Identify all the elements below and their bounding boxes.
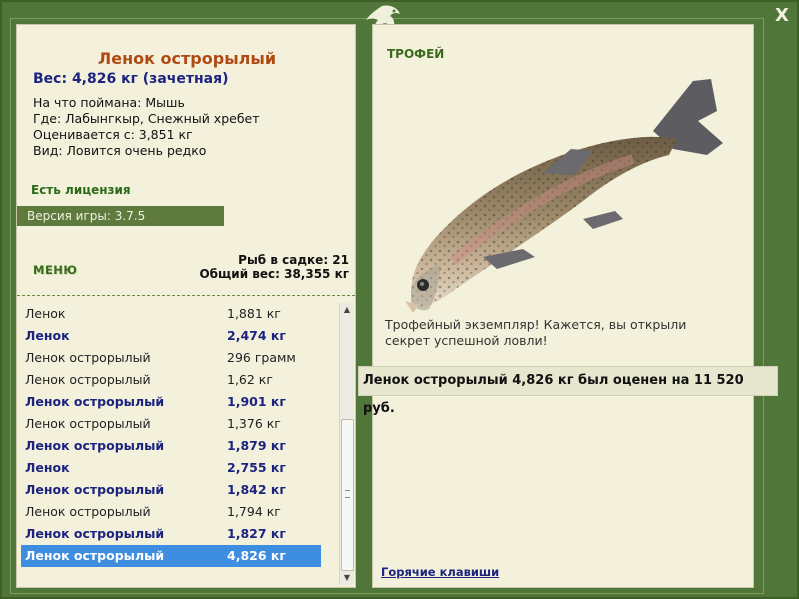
divider (17, 295, 355, 296)
valuation-tooltip: Ленок острорылый 4,826 кг был оценен на … (358, 366, 778, 416)
catch-fish-name: Ленок острорылый (25, 438, 165, 453)
catch-fish-name: Ленок острорылый (25, 504, 151, 519)
trophy-description: Трофейный экземпляр! Кажется, вы открыли… (385, 317, 687, 348)
fish-details: На что поймана: Мышь Где: Лабынгкыр, Сне… (33, 95, 260, 159)
catch-fish-weight: 2,474 кг (227, 328, 286, 343)
license-status: Есть лицензия (31, 183, 131, 197)
catch-fish-weight: 296 грамм (227, 350, 296, 365)
catch-list-row[interactable]: Ленок острорылый 1,901 кг (21, 391, 321, 413)
trophy-panel: ТРОФЕЙ Трофейный экземпляр! Кажется, вы … (372, 24, 754, 588)
total-weight: Общий вес: 38,355 кг (199, 267, 349, 281)
catch-list-row[interactable]: Ленок острорылый 1,879 кг (21, 435, 321, 457)
catch-fish-name: Ленок острорылый (25, 394, 165, 409)
catch-list-row[interactable]: Ленок острорылый 296 грамм (21, 347, 321, 369)
catch-fish-name: Ленок (25, 306, 66, 321)
catch-fish-weight: 1,62 кг (227, 372, 273, 387)
catch-list-row[interactable]: Ленок острорылый 1,794 кг (21, 501, 321, 523)
catch-list-row[interactable]: Ленок острорылый 1,842 кг (21, 479, 321, 501)
catch-fish-weight: 2,755 кг (227, 460, 286, 475)
catch-fish-weight: 1,842 кг (227, 482, 286, 497)
keepnet-count: Рыб в садке: 21 (238, 253, 349, 267)
keepnet-summary: Рыб в садке: 21 Общий вес: 38,355 кг (199, 253, 349, 281)
catch-list-row[interactable]: Ленок 2,474 кг (21, 325, 321, 347)
catch-list-row[interactable]: Ленок острорылый 1,376 кг (21, 413, 321, 435)
catch-fish-weight: 1,901 кг (227, 394, 286, 409)
location-info: Где: Лабынгкыр, Снежный хребет (33, 111, 260, 126)
catch-list-row[interactable]: Ленок острорылый 4,826 кг (21, 545, 321, 567)
bait-info: На что поймана: Мышь (33, 95, 185, 110)
fish-trophy-image (405, 79, 723, 313)
catch-fish-weight: 1,879 кг (227, 438, 286, 453)
catch-fish-name: Ленок острорылый (25, 416, 151, 431)
catch-fish-weight: 1,827 кг (227, 526, 286, 541)
catch-fish-name: Ленок острорылый (25, 350, 151, 365)
scroll-thumb[interactable] (341, 419, 354, 571)
catch-fish-weight: 1,881 кг (227, 306, 281, 321)
game-version: Версия игры: 3.7.5 (17, 206, 224, 226)
catch-fish-name: Ленок острорылый (25, 526, 165, 541)
catch-list-row[interactable]: Ленок 2,755 кг (21, 457, 321, 479)
menu-button[interactable]: МЕНЮ (33, 263, 77, 277)
catch-list-row[interactable]: Ленок 1,881 кг (21, 303, 321, 325)
close-button[interactable]: X (770, 4, 794, 28)
valued-from-info: Оценивается с: 3,851 кг (33, 127, 193, 142)
scroll-up-arrow-icon[interactable]: ▲ (340, 303, 354, 317)
list-scrollbar[interactable]: ▲ ▼ (339, 303, 354, 585)
rarity-info: Вид: Ловится очень редко (33, 143, 207, 158)
catch-list[interactable]: Ленок 1,881 кг Ленок 2,474 кг Ленок острорыл… (19, 303, 339, 587)
fish-name-title: Ленок острорылый (97, 49, 277, 68)
hotkeys-link[interactable]: Горячие клавиши (381, 565, 499, 579)
catch-fish-name: Ленок острорылый (25, 548, 165, 563)
fish-info-panel: Ленок острорылый Вес: 4,826 кг (зачетная… (16, 24, 356, 588)
catch-fish-name: Ленок острорылый (25, 372, 151, 387)
catch-fish-weight: 4,826 кг (227, 548, 286, 563)
catch-fish-weight: 1,794 кг (227, 504, 281, 519)
catch-list-row[interactable]: Ленок острорылый 1,62 кг (21, 369, 321, 391)
catch-fish-name: Ленок острорылый (25, 482, 165, 497)
catch-fish-name: Ленок (25, 328, 70, 343)
scroll-down-arrow-icon[interactable]: ▼ (340, 571, 354, 585)
catch-fish-weight: 1,376 кг (227, 416, 281, 431)
catch-list-row[interactable]: Ленок острорылый 1,827 кг (21, 523, 321, 545)
fish-weight: Вес: 4,826 кг (зачетная) (33, 71, 229, 87)
catch-fish-name: Ленок (25, 460, 70, 475)
